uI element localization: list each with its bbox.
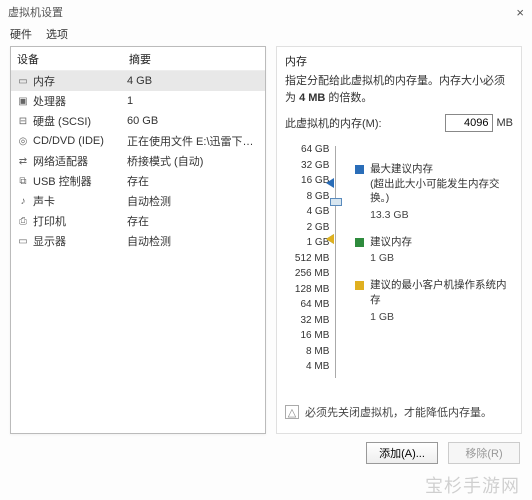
display-icon: ▭ (15, 234, 31, 248)
device-row-sound[interactable]: ♪ 声卡 自动检测 (11, 191, 265, 211)
warning-icon: △ (285, 405, 299, 419)
legend-blue-icon (355, 165, 364, 174)
tab-strip: 硬件 选项 (0, 24, 532, 46)
device-row-cddvd[interactable]: ◎ CD/DVD (IDE) 正在使用文件 E:\迅雷下载\cn_... (11, 131, 265, 151)
device-row-display[interactable]: ▭ 显示器 自动检测 (11, 231, 265, 251)
marker-min-icon (326, 234, 334, 244)
legend-green-icon (355, 238, 364, 247)
watermark: 宝杉手游网 (425, 472, 520, 498)
device-row-processor[interactable]: ▣ 处理器 1 (11, 91, 265, 111)
marker-max-icon (326, 178, 334, 188)
memory-input-label: 此虚拟机的内存(M): (285, 115, 441, 131)
usb-icon: ⧉ (15, 174, 31, 188)
memory-description: 指定分配给此虚拟机的内存量。内存大小必须为 4 MB 的倍数。 (285, 73, 513, 106)
device-row-printer[interactable]: ⎙ 打印机 存在 (11, 211, 265, 231)
disk-icon: ⊟ (15, 114, 31, 128)
memory-legend: 最大建议内存 (超出此大小可能发生内存交换。) 13.3 GB 建议内存 1 G… (355, 142, 513, 378)
col-device: 设备 (17, 51, 129, 67)
titlebar: 虚拟机设置 × (0, 0, 532, 24)
tab-options[interactable]: 选项 (46, 26, 68, 42)
window-title: 虚拟机设置 (8, 4, 63, 20)
panel-buttons: 添加(A)... 移除(R) (0, 434, 532, 464)
device-row-memory[interactable]: ▭ 内存 4 GB (11, 71, 265, 91)
device-row-network[interactable]: ⇄ 网络适配器 桥接模式 (自动) (11, 151, 265, 171)
cpu-icon: ▣ (15, 94, 31, 108)
memory-settings-panel: 内存 指定分配给此虚拟机的内存量。内存大小必须为 4 MB 的倍数。 此虚拟机的… (276, 46, 522, 434)
memory-warning: △ 必须先关闭虚拟机，才能降低内存量。 (285, 396, 513, 420)
remove-button: 移除(R) (448, 442, 520, 464)
device-row-usb[interactable]: ⧉ USB 控制器 存在 (11, 171, 265, 191)
close-icon[interactable]: × (516, 5, 524, 20)
sound-icon: ♪ (15, 194, 31, 208)
device-row-disk[interactable]: ⊟ 硬盘 (SCSI) 60 GB (11, 111, 265, 131)
memory-input[interactable] (445, 114, 493, 132)
network-icon: ⇄ (15, 154, 31, 168)
memory-unit: MB (497, 117, 514, 129)
add-button[interactable]: 添加(A)... (366, 442, 438, 464)
legend-yellow-icon (355, 281, 364, 290)
memory-title: 内存 (285, 53, 513, 69)
tab-hardware[interactable]: 硬件 (10, 26, 32, 42)
slider-tick-labels: 64 GB 32 GB 16 GB 8 GB 4 GB 2 GB 1 GB 51… (285, 142, 329, 378)
memory-slider[interactable] (335, 146, 345, 378)
printer-icon: ⎙ (15, 214, 31, 228)
memory-icon: ▭ (15, 74, 31, 88)
device-list-panel: 设备 摘要 ▭ 内存 4 GB ▣ 处理器 1 ⊟ 硬盘 (SCSI) 60 G… (10, 46, 266, 434)
disc-icon: ◎ (15, 134, 31, 148)
col-summary: 摘要 (129, 51, 259, 67)
slider-thumb[interactable] (330, 198, 342, 206)
device-list-header: 设备 摘要 (11, 47, 265, 71)
